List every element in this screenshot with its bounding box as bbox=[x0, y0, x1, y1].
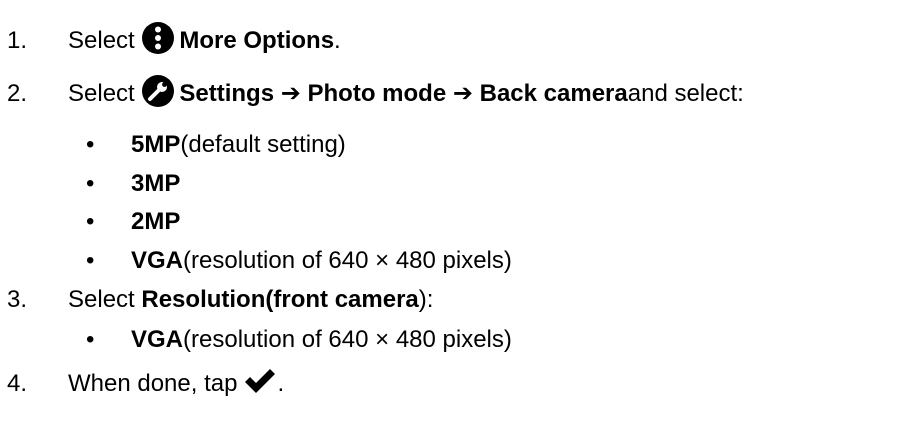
option-name: 5MP bbox=[131, 131, 181, 158]
when-done-text: When done, tap bbox=[68, 370, 238, 397]
instruction-document: 1. Select More Options. 2. Select Settin… bbox=[0, 0, 919, 421]
option-name: 3MP bbox=[131, 170, 181, 197]
option-note: (resolution of 640 × 480 pixels) bbox=[183, 247, 512, 274]
path-settings: Settings bbox=[179, 80, 275, 107]
option-name: VGA bbox=[131, 326, 184, 353]
paren-open: ( bbox=[265, 286, 274, 313]
select-text: Select bbox=[68, 27, 135, 54]
paren-close: ): bbox=[418, 286, 434, 313]
bullet: • bbox=[86, 208, 95, 235]
step-number: 4. bbox=[7, 370, 28, 397]
more-options-label: More Options bbox=[179, 27, 335, 54]
bullet: • bbox=[86, 326, 95, 353]
path-photo-mode: Photo mode bbox=[307, 80, 447, 107]
path-back-camera: Back camera bbox=[479, 80, 628, 107]
select-text: Select bbox=[68, 80, 135, 107]
bullet: • bbox=[86, 170, 95, 197]
and-select-text: and select: bbox=[627, 80, 744, 107]
resolution-label: Resolution bbox=[141, 286, 266, 313]
bullet: • bbox=[86, 247, 95, 274]
period: . bbox=[334, 27, 341, 54]
settings-wrench-icon bbox=[141, 74, 175, 115]
option-name: 2MP bbox=[131, 208, 181, 235]
step-number: 1. bbox=[7, 27, 28, 54]
select-text: Select bbox=[68, 286, 135, 313]
arrow-icon: ➔ bbox=[452, 80, 473, 107]
step-number: 2. bbox=[7, 80, 28, 107]
checkmark-icon bbox=[243, 367, 277, 402]
bullet: • bbox=[86, 131, 95, 158]
front-camera-label: front camera bbox=[273, 286, 419, 313]
option-name: VGA bbox=[131, 247, 184, 274]
more-options-icon bbox=[141, 21, 175, 62]
arrow-icon: ➔ bbox=[280, 80, 301, 107]
step-number: 3. bbox=[7, 286, 28, 313]
option-note: (resolution of 640 × 480 pixels) bbox=[183, 326, 512, 353]
period: . bbox=[277, 370, 285, 397]
option-note: (default setting) bbox=[180, 131, 346, 158]
